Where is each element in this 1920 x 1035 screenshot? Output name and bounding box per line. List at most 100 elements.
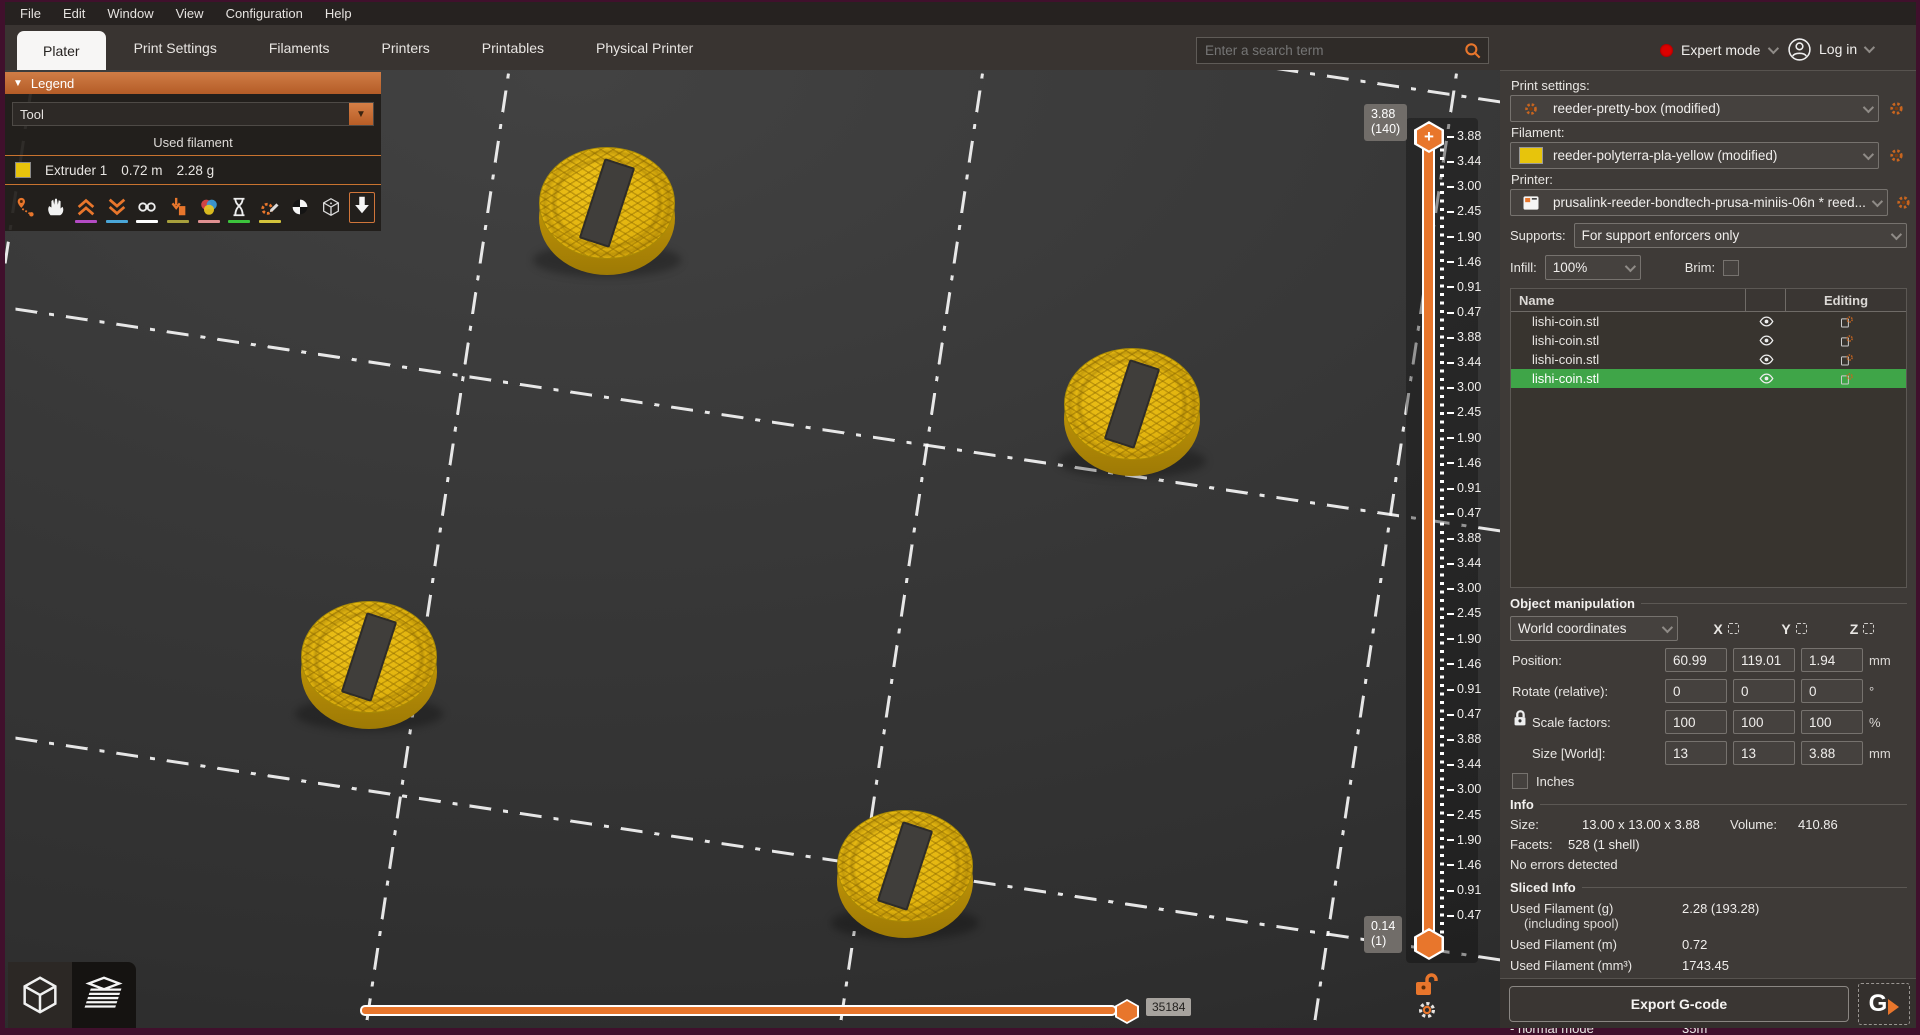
model-object-coin[interactable] — [1058, 348, 1206, 478]
tab-filaments[interactable]: Filaments — [243, 25, 356, 72]
filament-combo[interactable]: reeder-polyterra-pla-yellow (modified) — [1510, 142, 1879, 169]
export-gcode-to-sd-button[interactable]: G — [1858, 983, 1910, 1025]
editing-icon[interactable] — [1786, 314, 1906, 330]
visibility-eye-icon[interactable] — [1746, 333, 1786, 348]
menu-item-window[interactable]: Window — [96, 3, 164, 24]
layer-tick-label: 3.44 — [1447, 355, 1481, 369]
editing-icon[interactable] — [1786, 333, 1906, 349]
deretractions-icon[interactable] — [105, 196, 130, 223]
axis-lock-icon[interactable] — [1727, 623, 1739, 634]
model-object-coin[interactable] — [533, 147, 681, 277]
preview-view-button[interactable] — [72, 962, 136, 1028]
mode-selector[interactable]: Expert mode — [1660, 37, 1780, 63]
visibility-eye-icon[interactable] — [1746, 314, 1786, 329]
manipulation-input-z[interactable] — [1801, 710, 1863, 734]
shells-icon[interactable] — [288, 196, 313, 223]
export-bar: Export G-code G — [1500, 978, 1916, 1028]
visibility-eye-icon[interactable] — [1746, 371, 1786, 386]
menu-item-view[interactable]: View — [165, 3, 215, 24]
legend-body: Tool ▼ Used filament Extruder 1 0.72 m 2… — [5, 94, 381, 231]
visibility-column-header[interactable] — [1746, 289, 1786, 311]
tab-print-settings[interactable]: Print Settings — [108, 25, 243, 72]
sliced-info-label: Used Filament (g) — [1510, 901, 1614, 916]
layer-slider-track[interactable] — [1422, 133, 1435, 951]
collapse-triangle-icon: ▼ — [13, 77, 23, 89]
object-row[interactable]: lishi-coin.stl — [1511, 331, 1906, 350]
brim-checkbox[interactable] — [1723, 259, 1740, 276]
custom-gcodes-icon[interactable] — [257, 196, 282, 223]
3d-editor-view-button[interactable] — [8, 962, 72, 1028]
wipe-icon[interactable] — [44, 196, 69, 223]
print-settings-value: reeder-pretty-box (modified) — [1553, 101, 1721, 116]
legend-title: Legend — [30, 75, 75, 91]
tab-printers[interactable]: Printers — [356, 25, 456, 72]
infill-combo[interactable]: 100% — [1544, 255, 1641, 280]
extruder-name: Extruder 1 — [45, 162, 108, 178]
view-type-combo[interactable]: Tool ▼ — [12, 102, 374, 126]
manipulation-input-y[interactable] — [1733, 741, 1795, 765]
legend-box-icon[interactable] — [318, 196, 343, 223]
menu-item-configuration[interactable]: Configuration — [215, 3, 314, 24]
login-button[interactable]: Log in — [1787, 35, 1876, 63]
edit-printer-button[interactable] — [1894, 193, 1913, 212]
supports-combo[interactable]: For support enforcers only — [1573, 223, 1907, 248]
uniform-scale-lock-icon[interactable] — [1510, 708, 1530, 733]
manipulation-input-x[interactable] — [1665, 741, 1727, 765]
export-gcode-button[interactable]: Export G-code — [1509, 986, 1849, 1022]
search-icon[interactable] — [1463, 41, 1483, 61]
tool-marker-icon[interactable] — [349, 192, 376, 223]
object-list-body: lishi-coin.stl lishi-coin.stl lishi-coin.s… — [1511, 312, 1906, 388]
sliced-info-row: Used Filament (g) 2.28 (193.28) — [1510, 901, 1907, 916]
visibility-eye-icon[interactable] — [1746, 352, 1786, 367]
color-changes-icon[interactable] — [196, 196, 221, 223]
seams-icon[interactable] — [135, 196, 160, 223]
3d-viewport[interactable]: ▼ Legend Tool ▼ Used filament Extruder 1… — [5, 70, 1500, 1028]
tab-physical-printer[interactable]: Physical Printer — [570, 25, 719, 72]
manipulation-input-z[interactable] — [1801, 741, 1863, 765]
inches-checkbox[interactable] — [1512, 773, 1528, 789]
menu-item-help[interactable]: Help — [314, 3, 363, 24]
manipulation-input-z[interactable] — [1801, 679, 1863, 703]
manipulation-input-y[interactable] — [1733, 648, 1795, 672]
printer-combo[interactable]: prusalink-reeder-bondtech-prusa-miniis-0… — [1510, 189, 1888, 216]
name-column-header[interactable]: Name — [1511, 289, 1746, 311]
manipulation-input-z[interactable] — [1801, 648, 1863, 672]
legend-header[interactable]: ▼ Legend — [5, 72, 381, 94]
axis-lock-icon[interactable] — [1863, 623, 1875, 634]
menu-item-edit[interactable]: Edit — [52, 3, 96, 24]
extruder-weight: 2.28 g — [176, 162, 215, 178]
move-slider-track[interactable] — [360, 1005, 1117, 1016]
editing-icon[interactable] — [1786, 371, 1906, 387]
object-row[interactable]: lishi-coin.stl — [1511, 369, 1906, 388]
search-input[interactable] — [1197, 43, 1463, 58]
manipulation-input-x[interactable] — [1665, 710, 1727, 734]
model-object-coin[interactable] — [295, 601, 443, 731]
coordinates-combo[interactable]: World coordinates — [1510, 616, 1678, 641]
combo-dropdown-button[interactable]: ▼ — [349, 103, 373, 125]
manipulation-input-x[interactable] — [1665, 648, 1727, 672]
tab-printables[interactable]: Printables — [456, 25, 570, 72]
editing-icon[interactable] — [1786, 352, 1906, 368]
manipulation-input-y[interactable] — [1733, 679, 1795, 703]
model-object-coin[interactable] — [831, 810, 979, 940]
edit-print-settings-button[interactable] — [1885, 99, 1907, 118]
slider-settings-gear-icon[interactable] — [1416, 999, 1438, 1026]
edit-filament-button[interactable] — [1885, 146, 1907, 165]
travel-icon[interactable] — [13, 196, 38, 223]
print-settings-combo[interactable]: reeder-pretty-box (modified) — [1510, 95, 1879, 122]
object-row[interactable]: lishi-coin.stl — [1511, 312, 1906, 331]
axis-lock-icon[interactable] — [1795, 623, 1807, 634]
info-title: Info — [1510, 797, 1907, 812]
manipulation-input-x[interactable] — [1665, 679, 1727, 703]
manipulation-label: Size [World]: — [1532, 745, 1606, 761]
object-row[interactable]: lishi-coin.stl — [1511, 350, 1906, 369]
editing-column-header[interactable]: Editing — [1786, 293, 1906, 308]
tab-plater[interactable]: Plater — [17, 31, 106, 72]
menu-item-file[interactable]: File — [9, 3, 52, 24]
retractions-icon[interactable] — [74, 196, 99, 223]
legend-underline — [75, 220, 98, 223]
play-triangle-icon — [1888, 999, 1900, 1015]
manipulation-input-y[interactable] — [1733, 710, 1795, 734]
pause-prints-icon[interactable] — [227, 196, 252, 223]
tool-changes-icon[interactable] — [166, 196, 191, 223]
